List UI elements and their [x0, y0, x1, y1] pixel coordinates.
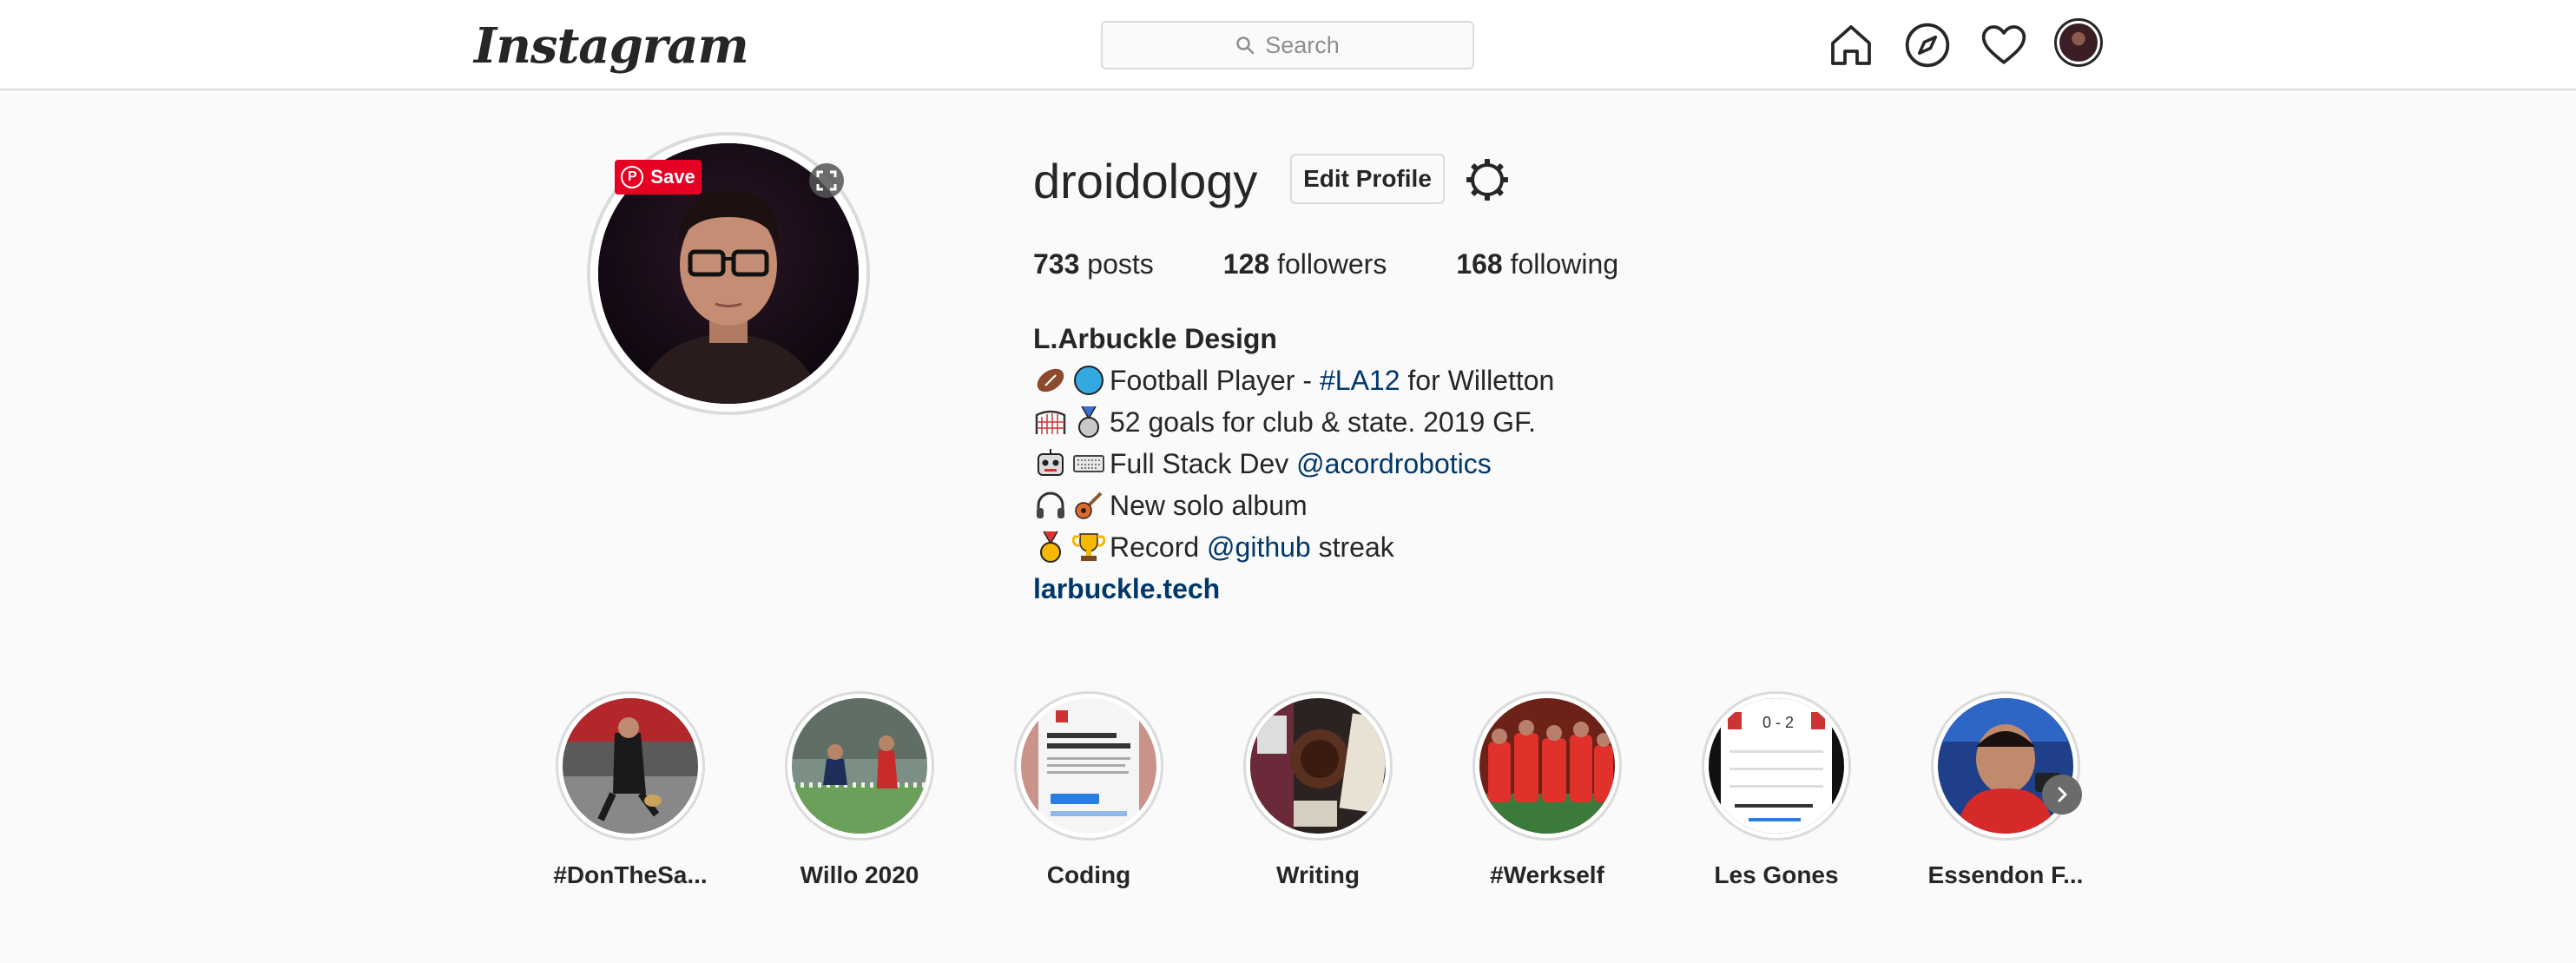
bio-line-1-suffix: for Willetton — [1400, 365, 1555, 396]
edit-profile-button[interactable]: Edit Profile — [1290, 154, 1445, 204]
goal-net-emoji — [1035, 410, 1066, 434]
medal-emoji — [1078, 406, 1099, 438]
stat-followers[interactable]: 128 followers — [1223, 248, 1387, 280]
highlight-label: Coding — [1046, 861, 1131, 888]
hashtag-link[interactable]: #LA12 — [1320, 359, 1400, 401]
football-emoji — [1037, 368, 1064, 392]
bio-line-1: Football Player - #LA12 for Willetton — [1033, 359, 1554, 401]
highlight-item[interactable]: Writing — [1240, 691, 1396, 889]
highlight-cover — [1938, 698, 2073, 834]
profile-bio: L.Arbuckle Design Football Player - #LA1… — [1033, 318, 1554, 610]
search-placeholder: Search — [1265, 31, 1340, 58]
highlight-label: Essendon F... — [1927, 861, 2084, 888]
highlight-cover — [792, 698, 927, 834]
home-icon[interactable] — [1827, 21, 1875, 69]
highlight-item[interactable]: Willo 2020 — [781, 691, 938, 889]
highlight-ring: 0 - 2 — [1702, 691, 1851, 841]
following-label: following — [1510, 248, 1619, 280]
bio-line-4-text: New solo album — [1110, 490, 1308, 521]
explore-compass-icon[interactable] — [1903, 21, 1952, 69]
posts-count: 733 — [1033, 248, 1080, 280]
mention-github-link[interactable]: @github — [1207, 526, 1311, 568]
followers-label: followers — [1277, 248, 1387, 280]
search-icon — [1236, 36, 1255, 55]
expand-icon[interactable] — [807, 162, 846, 200]
headphones-emoji — [1037, 491, 1064, 518]
highlight-item[interactable]: Coding — [1011, 691, 1167, 889]
highlight-item[interactable]: 0 - 2 Les Gones — [1698, 691, 1855, 889]
instagram-logo[interactable]: Instagram — [474, 16, 749, 76]
following-count: 168 — [1456, 248, 1503, 280]
highlight-item[interactable]: #Werkself — [1469, 691, 1625, 889]
bio-line-1-text: Football Player - — [1110, 365, 1312, 396]
bio-line-2-text: 52 goals for club & state. 2019 GF. — [1110, 406, 1536, 438]
bio-line-2: 52 goals for club & state. 2019 GF. — [1033, 401, 1554, 443]
gold-medal-emoji — [1040, 531, 1061, 563]
profile-avatar-nav[interactable] — [2054, 18, 2103, 67]
avatar-image — [2059, 23, 2098, 62]
highlight-ring — [1243, 691, 1393, 841]
search-input[interactable]: Search — [1101, 21, 1474, 69]
bio-line-5-text: Record — [1110, 531, 1208, 563]
highlight-label: Willo 2020 — [800, 861, 919, 888]
highlight-label: Writing — [1276, 861, 1360, 888]
posts-label: posts — [1087, 248, 1154, 280]
highlight-cover — [1250, 698, 1386, 834]
trophy-emoji — [1071, 533, 1106, 561]
bio-full-name: L.Arbuckle Design — [1033, 323, 1277, 354]
profile-stats: 733 posts 128 followers 168 following — [1033, 248, 1688, 280]
pinterest-icon: P — [621, 166, 644, 188]
bio-line-4: New solo album — [1033, 485, 1554, 526]
bio-website: larbuckle.tech — [1033, 568, 1554, 610]
chevron-right-icon — [2058, 787, 2067, 802]
robot-emoji — [1038, 449, 1064, 476]
profile-username: droidology — [1033, 154, 1258, 208]
highlight-ring — [785, 691, 934, 841]
highlight-ring — [1472, 691, 1622, 841]
settings-gear-icon[interactable] — [1464, 156, 1511, 203]
blue-circle-emoji — [1074, 366, 1104, 395]
story-highlights: #DonTheSa... Willo 2020 Coding Writing #… — [552, 691, 2083, 900]
highlight-item[interactable]: #DonTheSa... — [552, 691, 708, 889]
top-navigation-bar: Instagram Search — [0, 0, 2576, 90]
website-link[interactable]: larbuckle.tech — [1033, 568, 1220, 610]
bio-line-5-suffix: streak — [1310, 531, 1394, 563]
highlight-ring — [1931, 691, 2080, 841]
highlight-label: #DonTheSa... — [553, 861, 708, 888]
mention-acordrobotics-link[interactable]: @acordrobotics — [1296, 443, 1492, 485]
stat-following[interactable]: 168 following — [1456, 248, 1618, 280]
highlight-cover — [1021, 698, 1156, 834]
pinterest-save-label: Save — [650, 166, 695, 188]
highlight-label: Les Gones — [1714, 861, 1839, 888]
highlight-cover: 0 - 2 — [1709, 698, 1844, 834]
pinterest-save-button[interactable]: P Save — [615, 160, 702, 195]
bio-line-5: Record @github streak — [1033, 526, 1554, 568]
highlight-cover — [563, 698, 698, 834]
svg-text:0 - 2: 0 - 2 — [1762, 714, 1794, 731]
highlight-cover — [1479, 698, 1615, 834]
heart-icon[interactable] — [1980, 21, 2028, 69]
bio-line-3: Full Stack Dev @acordrobotics — [1033, 443, 1554, 485]
highlight-label: #Werkself — [1490, 861, 1604, 888]
followers-count: 128 — [1222, 248, 1270, 280]
stat-posts: 733 posts — [1033, 248, 1154, 280]
highlight-ring — [556, 691, 705, 841]
highlights-next-button[interactable] — [2042, 775, 2082, 815]
guitar-emoji — [1075, 491, 1103, 519]
keyboard-emoji — [1073, 455, 1104, 472]
highlight-ring — [1014, 691, 1163, 841]
bio-line-3-text: Full Stack Dev — [1110, 448, 1297, 479]
